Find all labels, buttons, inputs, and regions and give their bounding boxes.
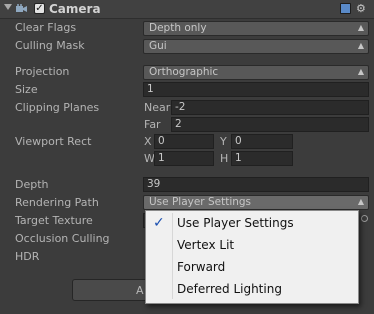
foldout-arrow-icon[interactable] <box>4 4 12 10</box>
dropdown-arrows-icon: ▲ <box>357 67 364 76</box>
clipping-planes-label: Clipping Planes <box>15 101 100 114</box>
rendering-path-dropdown[interactable]: Use Player Settings ▲ <box>143 195 369 210</box>
popup-item-label: Use Player Settings <box>177 216 294 230</box>
culling-mask-label: Culling Mask <box>15 39 85 52</box>
projection-value: Orthographic <box>149 66 219 78</box>
component-enabled-checkbox[interactable]: ✓ <box>34 3 45 14</box>
hdr-label: HDR <box>15 250 40 263</box>
rendering-path-value: Use Player Settings <box>149 196 252 208</box>
viewport-h-field[interactable]: 1 <box>231 151 293 166</box>
near-label: Near <box>144 101 171 114</box>
camera-icon <box>16 4 27 12</box>
popup-item-vertex-lit[interactable]: Vertex Lit <box>146 235 358 256</box>
popup-item-use-player-settings[interactable]: ✓ Use Player Settings <box>146 213 358 234</box>
size-label: Size <box>15 83 38 96</box>
checkmark-icon: ✓ <box>153 215 165 231</box>
projection-dropdown[interactable]: Orthographic ▲ <box>143 65 369 80</box>
popup-item-label: Deferred Lighting <box>177 282 282 296</box>
viewport-y-field[interactable]: 0 <box>231 134 293 149</box>
projection-label: Projection <box>15 65 70 78</box>
popup-item-label: Forward <box>177 260 226 274</box>
culling-mask-dropdown[interactable]: Gui ▲ <box>143 39 369 54</box>
viewport-y-label: Y <box>220 135 227 148</box>
depth-label: Depth <box>15 178 49 191</box>
component-title: Camera <box>49 2 101 16</box>
clear-flags-label: Clear Flags <box>15 21 77 34</box>
dropdown-arrows-icon: ▲ <box>357 23 364 32</box>
viewport-rect-label: Viewport Rect <box>15 135 92 148</box>
viewport-h-label: H <box>220 152 229 165</box>
size-field[interactable]: 1 <box>143 82 369 97</box>
viewport-x-field[interactable]: 0 <box>154 134 214 149</box>
dropdown-arrows-icon: ▲ <box>357 197 364 206</box>
viewport-w-field[interactable]: 1 <box>154 151 214 166</box>
depth-field[interactable]: 39 <box>143 177 369 192</box>
culling-mask-value: Gui <box>149 40 167 52</box>
viewport-x-label: X <box>144 135 152 148</box>
far-field[interactable]: 2 <box>171 117 369 132</box>
object-picker-icon[interactable] <box>361 215 368 222</box>
near-field[interactable]: -2 <box>171 100 369 115</box>
occlusion-culling-label: Occlusion Culling <box>15 232 110 245</box>
add-component-button-label: A <box>136 284 144 297</box>
far-label: Far <box>144 118 161 131</box>
clear-flags-value: Depth only <box>149 22 207 34</box>
dropdown-arrows-icon: ▲ <box>357 41 364 50</box>
rendering-path-label: Rendering Path <box>15 196 99 209</box>
popup-item-label: Vertex Lit <box>177 238 235 252</box>
help-book-icon[interactable] <box>340 3 351 14</box>
gear-icon[interactable]: ⚙ <box>356 3 368 15</box>
popup-item-deferred-lighting[interactable]: Deferred Lighting <box>146 279 358 300</box>
rendering-path-popup: ✓ Use Player Settings Vertex Lit Forward… <box>145 210 359 304</box>
target-texture-label: Target Texture <box>15 214 93 227</box>
clear-flags-dropdown[interactable]: Depth only ▲ <box>143 21 369 36</box>
popup-item-forward[interactable]: Forward <box>146 257 358 278</box>
